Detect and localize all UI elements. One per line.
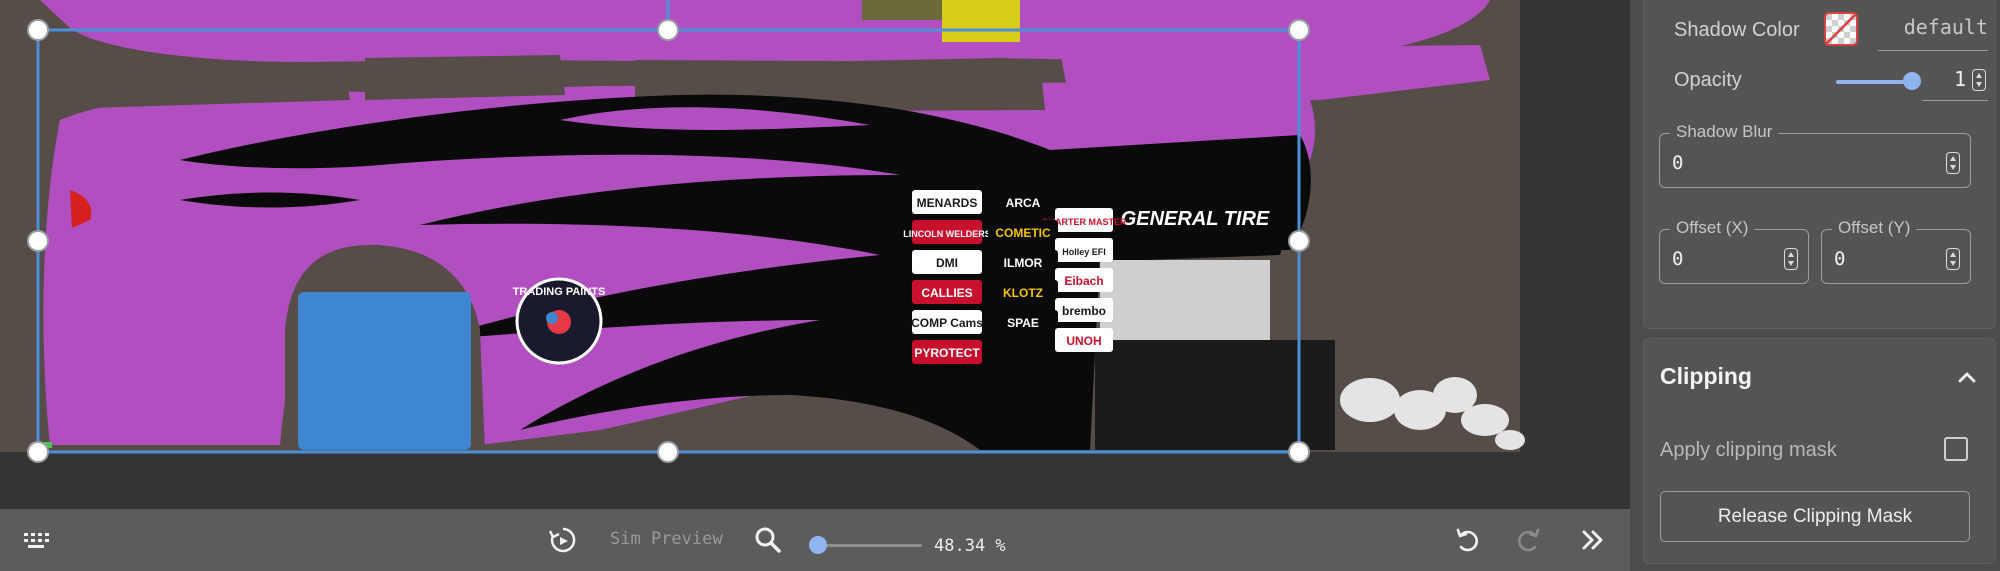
sponsor-decal[interactable]: KLOTZ	[1003, 286, 1043, 300]
offset-x-value: 0	[1672, 248, 1684, 270]
opacity-slider[interactable]	[1836, 72, 1921, 90]
offset-x-spinner[interactable]	[1784, 248, 1798, 270]
clipping-title: Clipping	[1660, 363, 1752, 389]
clipping-header[interactable]: Clipping	[1644, 339, 1997, 415]
expand-panel-button[interactable]	[1575, 509, 1611, 571]
shadow-color-swatch[interactable]	[1824, 12, 1858, 46]
undo-icon	[1456, 528, 1478, 552]
resize-handle-bottom-right[interactable]	[1288, 441, 1310, 463]
offset-x-label: Offset (X)	[1670, 218, 1755, 238]
badge-text: TRADING PAINTS	[513, 286, 606, 298]
resize-handle-bottom-left[interactable]	[27, 441, 49, 463]
sponsor-decal[interactable]: COMP Cams	[911, 316, 983, 330]
zoom-slider-thumb[interactable]	[808, 536, 827, 554]
resize-handle-right[interactable]	[1288, 230, 1310, 252]
sponsor-decal[interactable]: PYROTECT	[914, 346, 980, 360]
release-clipping-mask-button[interactable]: Release Clipping Mask	[1660, 491, 1970, 542]
sim-preview-label[interactable]: Sim Preview	[610, 529, 723, 549]
opacity-input[interactable]: 1	[1922, 59, 1988, 101]
sponsor-decal[interactable]: brembo	[1062, 304, 1106, 318]
no-color-icon	[1826, 14, 1856, 44]
shadow-color-input[interactable]: default	[1878, 9, 1988, 51]
offset-y-value: 0	[1834, 248, 1846, 270]
sponsor-decal[interactable]: ARCA	[1006, 196, 1041, 210]
number-panel[interactable]	[298, 292, 471, 450]
template-panel-left	[90, 62, 350, 108]
rotate-view-icon	[548, 527, 576, 553]
keyboard-icon	[24, 533, 49, 548]
template-panel-mid	[365, 55, 565, 100]
shadow-section: Shadow Color default Opacity 1 Shadow Bl…	[1643, 0, 1996, 329]
sim-preview-button[interactable]	[545, 509, 581, 571]
offset-y-field[interactable]: Offset (Y) 0	[1821, 218, 1971, 284]
design-canvas[interactable]: TRADING PAINTS GENERAL TIRE MENARDS ARCA Q…	[0, 0, 1630, 509]
zoom-button[interactable]	[752, 509, 784, 571]
undo-button[interactable]	[1450, 509, 1486, 571]
apply-clipping-checkbox[interactable]	[1944, 437, 1968, 461]
resize-handle-top[interactable]	[657, 19, 679, 41]
search-icon	[755, 527, 781, 553]
offset-x-field[interactable]: Offset (X) 0	[1659, 218, 1809, 284]
zoom-level: 48.34 %	[934, 536, 1006, 556]
roof-number-yellow	[942, 0, 1020, 42]
offset-y-label: Offset (Y)	[1832, 218, 1917, 238]
engine-part	[1100, 260, 1270, 340]
badge-emblem-blue	[546, 312, 558, 324]
livery-editor: TRADING PAINTS GENERAL TIRE MENARDS ARCA Q…	[0, 0, 2000, 571]
redo-button[interactable]	[1510, 509, 1546, 571]
shadow-color-label: Shadow Color	[1674, 19, 1800, 41]
sponsor-decal[interactable]: COMETIC	[995, 226, 1051, 240]
livery-artwork[interactable]: TRADING PAINTS GENERAL TIRE MENARDS ARCAQ…	[0, 0, 1630, 509]
offset-y-spinner[interactable]	[1946, 248, 1960, 270]
keyboard-shortcuts-button[interactable]	[16, 509, 56, 571]
resize-handle-left[interactable]	[27, 230, 49, 252]
bottom-toolbar: Sim Preview 48.34 %	[0, 509, 1630, 571]
sponsor-decal[interactable]: UNOH	[1066, 334, 1101, 348]
general-tire-decal[interactable]: GENERAL TIRE	[1121, 208, 1270, 230]
zoom-slider[interactable]	[808, 536, 922, 554]
resize-handle-top-right[interactable]	[1288, 19, 1310, 41]
chevron-up-icon[interactable]	[1956, 366, 1978, 388]
shadow-blur-label: Shadow Blur	[1670, 122, 1779, 142]
sponsor-decal[interactable]: MENARDS	[917, 196, 978, 210]
shadow-blur-value: 0	[1672, 152, 1684, 174]
sponsor-decal[interactable]: Holley EFI	[1062, 247, 1106, 257]
resize-handle-top-left[interactable]	[27, 19, 49, 41]
opacity-label: Opacity	[1674, 69, 1742, 91]
sponsor-decal[interactable]: DMI	[936, 256, 958, 270]
opacity-spinner[interactable]	[1972, 69, 1986, 91]
redo-icon	[1518, 528, 1540, 552]
shadow-blur-spinner[interactable]	[1946, 152, 1960, 174]
apply-clipping-label: Apply clipping mask	[1660, 439, 1837, 461]
opacity-slider-thumb[interactable]	[1903, 72, 1921, 90]
sponsor-decal[interactable]: CALLIES	[921, 286, 972, 300]
sponsor-decal[interactable]: Eibach	[1064, 274, 1103, 288]
shadow-blur-field[interactable]: Shadow Blur 0	[1659, 122, 1971, 188]
sponsor-decal[interactable]: LINCOLN WELDERS	[903, 229, 991, 239]
properties-panel: Shadow Color default Opacity 1 Shadow Bl…	[1630, 0, 2000, 571]
double-chevron-right-icon	[1582, 530, 1603, 550]
opacity-value: 1	[1953, 67, 1966, 91]
sponsor-decal[interactable]: ILMOR	[1004, 256, 1043, 270]
resize-handle-bottom[interactable]	[657, 441, 679, 463]
roof-number-dark	[862, 0, 942, 20]
sponsor-decal[interactable]: SPAE	[1007, 316, 1039, 330]
